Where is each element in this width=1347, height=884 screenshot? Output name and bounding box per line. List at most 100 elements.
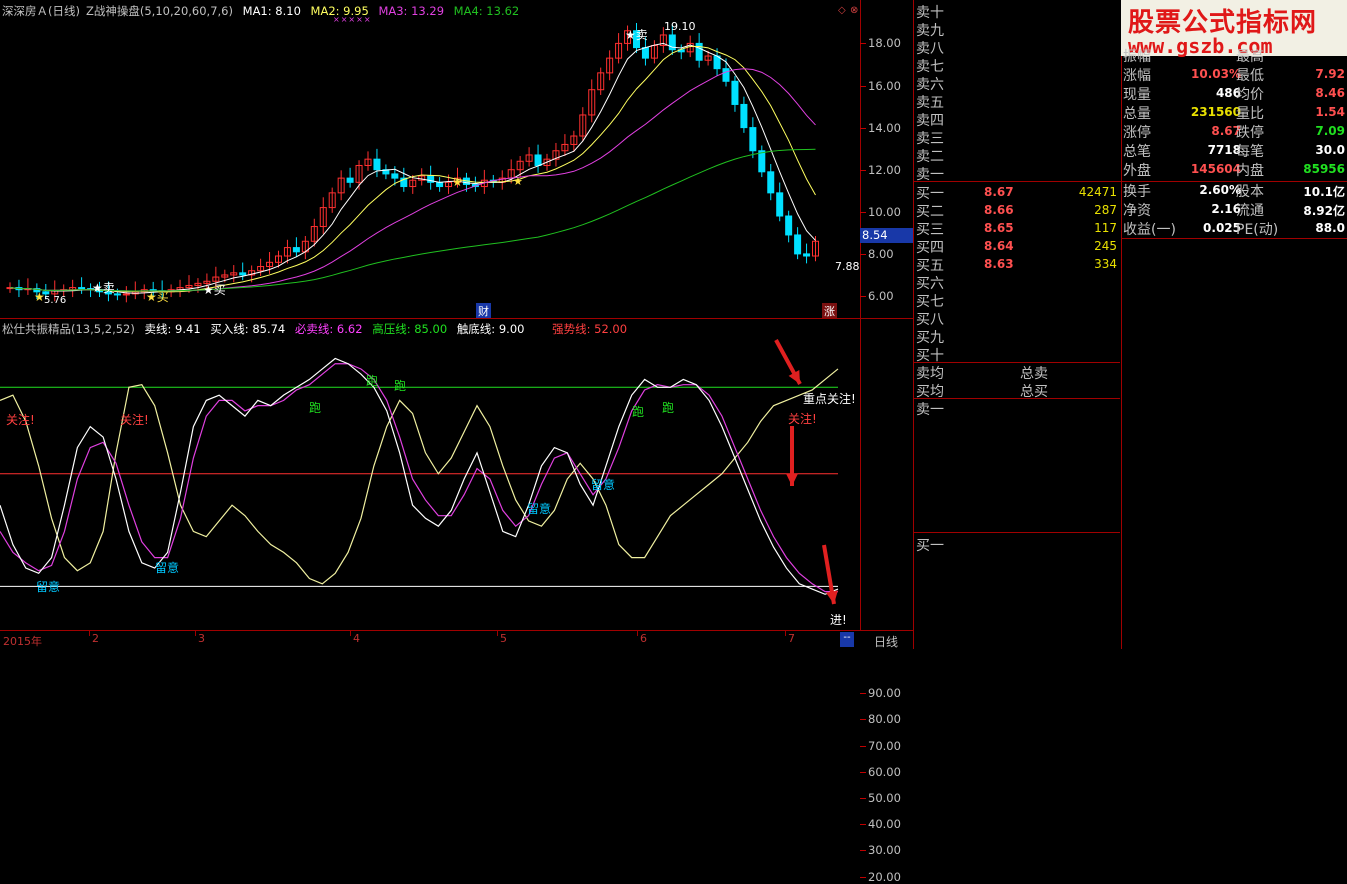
stat-value: 7.09 bbox=[1315, 124, 1345, 138]
sell-order-row: 卖十 bbox=[916, 2, 1119, 21]
month-label: 5 bbox=[500, 632, 507, 645]
month-label: 4 bbox=[353, 632, 360, 645]
sell-order-row: 卖一 bbox=[916, 164, 1119, 183]
ma4-line bbox=[9, 148, 816, 292]
time-axis[interactable]: 2015年 -- 日线 bbox=[0, 630, 913, 650]
indicator-tick-mark bbox=[860, 850, 866, 852]
stat-label: 跌停 bbox=[1236, 125, 1264, 141]
early-low-note: 5.76 bbox=[44, 295, 67, 306]
buy-level-volume: 245 bbox=[1094, 239, 1117, 253]
stat-row: 外盘 145604 内盘 85956 bbox=[1123, 160, 1347, 179]
indicator-panel[interactable]: 松仕共振精品(13,5,2,52) 卖线: 9.41 买入线: 85.74 必卖… bbox=[0, 319, 913, 884]
high-price-note: 19.10 bbox=[664, 20, 696, 33]
buy-level-label: 买六 bbox=[916, 276, 944, 292]
sell-level-label: 卖九 bbox=[916, 23, 944, 39]
indicator-tick-label: 30.00 bbox=[868, 843, 901, 858]
stat-row: 涨幅 10.03% 最低 7.92 bbox=[1123, 65, 1347, 84]
buy-level-volume: 117 bbox=[1094, 221, 1117, 235]
stat-label: 最高 bbox=[1236, 49, 1264, 65]
stat-value: 10.03% bbox=[1191, 67, 1241, 81]
stat-value: 486 bbox=[1215, 86, 1241, 100]
sell-level-label: 卖四 bbox=[916, 113, 944, 129]
cai-badge: 财 bbox=[476, 303, 491, 319]
down-candle bbox=[722, 68, 730, 82]
stat-value: 0.025 bbox=[1203, 221, 1241, 235]
sell-order-row: 卖二 bbox=[916, 146, 1119, 165]
month-tick bbox=[89, 630, 90, 636]
sell-star-early: ★卖 bbox=[92, 281, 115, 295]
down-candle bbox=[695, 42, 703, 61]
sell-order-row: 卖九 bbox=[916, 20, 1119, 39]
indicator-tick-label: 80.00 bbox=[868, 712, 901, 727]
stat-label: 股本 bbox=[1236, 184, 1264, 200]
year-label: 2015年 bbox=[3, 635, 42, 648]
down-candle bbox=[78, 287, 86, 290]
pao-label-4: 跑 bbox=[632, 405, 645, 419]
buy-star-4: ★ bbox=[452, 175, 463, 189]
zhuyi-label-1: 留意 bbox=[36, 580, 61, 594]
month-label: 2 bbox=[92, 632, 99, 645]
buy-star-5: ★ bbox=[513, 175, 523, 188]
indicator-tick-label: 70.00 bbox=[868, 738, 901, 753]
stat-label: PE(动) bbox=[1236, 222, 1279, 238]
stat-label: 总量 bbox=[1123, 106, 1151, 122]
indicator-tick-mark bbox=[860, 745, 866, 747]
pao-label-1: 跑 bbox=[309, 401, 322, 415]
buy-order-row: 买七 bbox=[916, 291, 1119, 310]
stat-value: 8.92亿 bbox=[1303, 204, 1345, 218]
price-tick-mark bbox=[860, 169, 866, 171]
stat-label: 振幅 bbox=[1123, 49, 1151, 65]
price-chart-panel[interactable]: 深深房Ａ(日线) Z战神操盘(5,10,20,60,7,6) MA1: 8.10 … bbox=[0, 0, 913, 319]
sell-level-label: 卖五 bbox=[916, 95, 944, 111]
white-signal-line bbox=[0, 357, 839, 595]
buy-order-row: 买一 8.67 42471 bbox=[916, 183, 1119, 202]
avg-sell-row: 卖均 总卖 bbox=[916, 363, 1119, 382]
stat-value: 30.0 bbox=[1315, 143, 1345, 157]
stat-value: 2.60% bbox=[1199, 183, 1241, 197]
month-tick bbox=[350, 630, 351, 636]
pao-label-3: 跑 bbox=[394, 379, 407, 393]
price-tick-mark bbox=[860, 253, 866, 255]
buy-level-label: 买三 bbox=[916, 222, 944, 238]
period-label[interactable]: 日线 bbox=[874, 633, 898, 650]
stat-value: 231560 bbox=[1190, 105, 1241, 119]
stat-value: 145604 bbox=[1190, 162, 1241, 176]
sell-level-label: 卖二 bbox=[916, 149, 944, 165]
stat-row: 总量 231560 量比 1.54 bbox=[1123, 103, 1347, 122]
buy-order-row: 买四 8.64 245 bbox=[916, 237, 1119, 256]
indicator-tick-mark bbox=[860, 771, 866, 773]
tick-sell1-label: 卖一 bbox=[916, 402, 944, 418]
price-tick-label: 12.00 bbox=[868, 162, 901, 177]
stats-divider bbox=[1121, 238, 1347, 239]
price-tick-mark bbox=[860, 296, 866, 297]
sell-level-label: 卖三 bbox=[916, 131, 944, 147]
price-tick-mark bbox=[860, 43, 866, 45]
stat-label: 换手 bbox=[1123, 184, 1151, 200]
stat-label: 内盘 bbox=[1236, 163, 1264, 179]
stat-value: 7.92 bbox=[1315, 67, 1345, 81]
buy-level-price: 8.64 bbox=[984, 239, 1014, 253]
buy-level-volume: 287 bbox=[1094, 203, 1117, 217]
sell-level-label: 卖七 bbox=[916, 59, 944, 75]
stat-row: 振幅 最高 bbox=[1123, 46, 1347, 65]
stat-label: 外盘 bbox=[1123, 163, 1151, 179]
stat-value: 88.0 bbox=[1315, 221, 1345, 235]
tick-sell1-row: 卖一 bbox=[916, 399, 1119, 418]
magenta-signal-line bbox=[0, 363, 838, 593]
current-price-tag: 8.54 bbox=[860, 228, 913, 243]
limit-badge: 涨 bbox=[822, 303, 837, 319]
buy-star-2: ★买 bbox=[146, 290, 169, 304]
price-tick-label: 16.00 bbox=[868, 78, 901, 93]
nav-button[interactable]: -- bbox=[840, 632, 854, 647]
stat-value: 10.1亿 bbox=[1303, 185, 1345, 199]
red-arrow-head bbox=[785, 473, 799, 486]
total-sell-label: 总卖 bbox=[1020, 366, 1048, 382]
stat-row: 现量 486 均价 8.46 bbox=[1123, 84, 1347, 103]
stat-value: 8.67 bbox=[1211, 124, 1241, 138]
down-candle bbox=[749, 127, 757, 152]
buy-order-row: 买十 bbox=[916, 345, 1119, 364]
buy-level-label: 买四 bbox=[916, 240, 944, 256]
guanzhu-label-1: 关注! bbox=[6, 413, 35, 427]
down-candle bbox=[731, 80, 739, 105]
buy-level-price: 8.65 bbox=[984, 221, 1014, 235]
